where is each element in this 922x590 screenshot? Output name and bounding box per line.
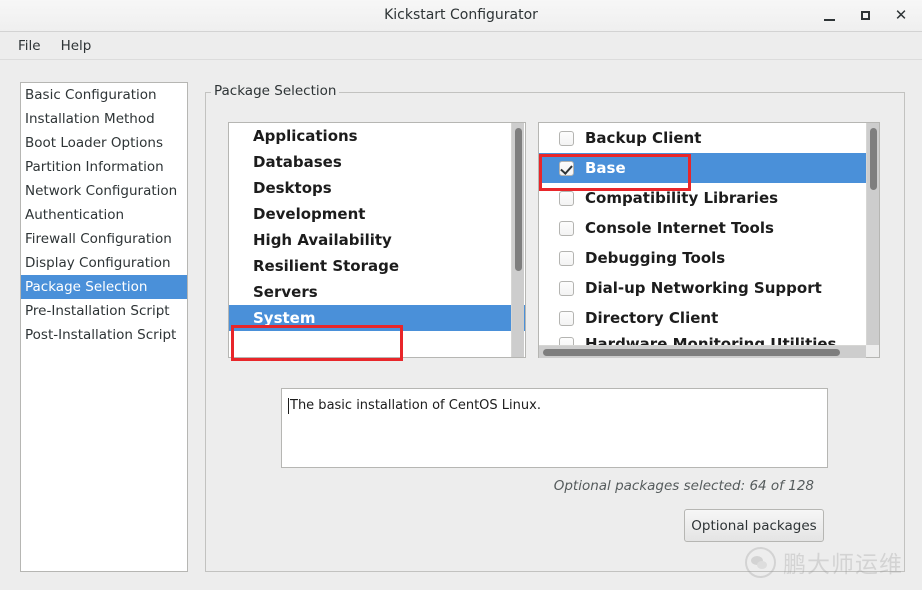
menu-bar: File Help <box>0 32 922 60</box>
package-list-item-label: Base <box>585 159 626 177</box>
checkbox-unchecked-icon[interactable] <box>559 220 574 236</box>
optional-packages-button[interactable]: Optional packages <box>684 509 824 542</box>
package-list-vscrollbar-thumb[interactable] <box>870 128 877 190</box>
package-list-item[interactable]: Base <box>539 153 879 183</box>
group-list-item[interactable]: Development <box>229 201 501 227</box>
sidebar-item-partition-information[interactable]: Partition Information <box>21 155 187 179</box>
frame-border-right <box>333 92 905 93</box>
window-controls: ✕ <box>816 0 914 31</box>
group-list-item[interactable]: High Availability <box>229 227 501 253</box>
package-list-item[interactable]: Directory Client <box>539 303 879 333</box>
package-list[interactable]: Backup Client Base Compatibility Libraries… <box>538 122 880 358</box>
sidebar-item-authentication[interactable]: Authentication <box>21 203 187 227</box>
checkbox-unchecked-icon[interactable] <box>559 190 574 206</box>
menu-file[interactable]: File <box>8 35 51 57</box>
checkbox-unchecked-icon[interactable] <box>559 130 574 146</box>
package-list-item[interactable]: Backup Client <box>539 123 879 153</box>
close-icon: ✕ <box>894 6 908 24</box>
optional-packages-status: Optional packages selected: 64 of 128 <box>553 478 814 494</box>
frame-legend-label: Package Selection <box>211 83 340 99</box>
package-description-text: The basic installation of CentOS Linux. <box>288 398 541 414</box>
package-list-item-label: Console Internet Tools <box>585 219 774 237</box>
sidebar-item-installation-method[interactable]: Installation Method <box>21 107 187 131</box>
minimize-icon <box>823 18 835 21</box>
title-bar: Kickstart Configurator ✕ <box>0 0 922 32</box>
package-list-item-label: Directory Client <box>585 309 719 327</box>
package-list-item[interactable]: Console Internet Tools <box>539 213 879 243</box>
sidebar-item-firewall-configuration[interactable]: Firewall Configuration <box>21 227 187 251</box>
package-list-hscrollbar[interactable] <box>539 345 866 358</box>
package-list-item[interactable]: Debugging Tools <box>539 243 879 273</box>
maximize-button[interactable] <box>852 4 878 28</box>
package-group-list[interactable]: Applications Databases Desktops Development… <box>228 122 526 358</box>
checkbox-unchecked-icon[interactable] <box>559 310 574 326</box>
sidebar-item-boot-loader-options[interactable]: Boot Loader Options <box>21 131 187 155</box>
package-list-vscrollbar[interactable] <box>866 123 879 345</box>
group-list-item[interactable]: Resilient Storage <box>229 253 501 279</box>
package-list-item-label: Backup Client <box>585 129 702 147</box>
checkbox-unchecked-icon[interactable] <box>559 250 574 266</box>
checkbox-checked-icon[interactable] <box>559 160 574 176</box>
group-list-item[interactable]: System <box>229 305 525 331</box>
package-list-item[interactable]: Compatibility Libraries <box>539 183 879 213</box>
package-list-hscrollbar-thumb[interactable] <box>543 349 840 356</box>
sidebar-item-package-selection[interactable]: Package Selection <box>21 275 187 299</box>
maximize-icon <box>860 11 870 20</box>
checkbox-unchecked-icon[interactable] <box>559 280 574 296</box>
package-list-scrollbar-corner <box>866 345 879 357</box>
group-list-item[interactable]: Servers <box>229 279 501 305</box>
group-list-vscrollbar[interactable] <box>511 123 524 357</box>
package-list-item-label: Compatibility Libraries <box>585 189 779 207</box>
group-list-item[interactable]: Desktops <box>229 175 501 201</box>
sidebar-item-basic-configuration[interactable]: Basic Configuration <box>21 83 187 107</box>
navigation-sidebar[interactable]: Basic Configuration Installation Method Bo… <box>20 82 188 572</box>
minimize-button[interactable] <box>816 4 842 28</box>
sidebar-item-post-installation-script[interactable]: Post-Installation Script <box>21 323 187 347</box>
package-list-item-label: Dial-up Networking Support <box>585 279 822 297</box>
window-title: Kickstart Configurator <box>384 7 538 23</box>
sidebar-item-pre-installation-script[interactable]: Pre-Installation Script <box>21 299 187 323</box>
menu-help[interactable]: Help <box>51 35 102 57</box>
group-list-vscrollbar-thumb[interactable] <box>515 128 522 271</box>
group-list-item[interactable]: Databases <box>229 149 501 175</box>
sidebar-item-display-configuration[interactable]: Display Configuration <box>21 251 187 275</box>
package-description-box[interactable]: The basic installation of CentOS Linux. <box>281 388 828 468</box>
close-button[interactable]: ✕ <box>888 4 914 28</box>
kickstart-configurator-window: Kickstart Configurator ✕ File Help Basic… <box>0 0 922 590</box>
package-list-item-label: Debugging Tools <box>585 249 726 267</box>
package-list-item[interactable]: Dial-up Networking Support <box>539 273 879 303</box>
group-list-item[interactable]: Applications <box>229 123 501 149</box>
sidebar-item-network-configuration[interactable]: Network Configuration <box>21 179 187 203</box>
